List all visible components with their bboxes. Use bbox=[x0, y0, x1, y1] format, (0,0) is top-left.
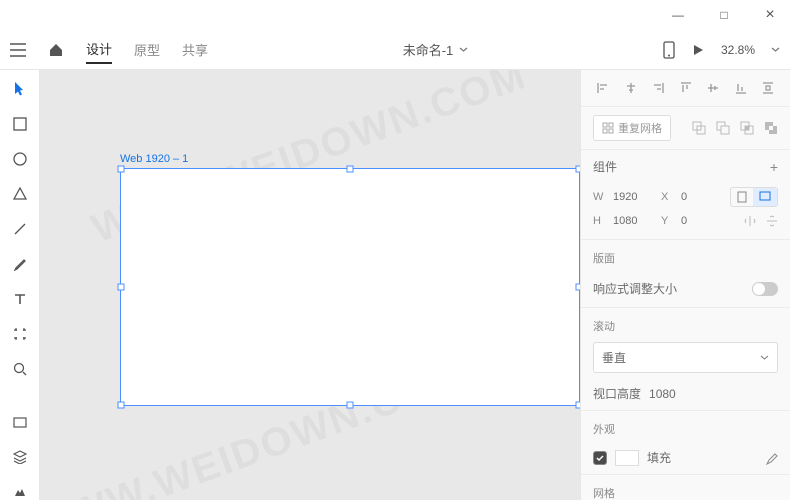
rectangle-tool[interactable] bbox=[9, 115, 31, 132]
ellipse-tool[interactable] bbox=[9, 150, 31, 167]
home-icon[interactable] bbox=[48, 42, 64, 58]
responsive-resize-label: 响应式调整大小 bbox=[593, 280, 677, 297]
align-top-icon[interactable] bbox=[678, 80, 694, 96]
tool-panel bbox=[0, 70, 40, 500]
align-center-h-icon[interactable] bbox=[623, 80, 639, 96]
resize-handle[interactable] bbox=[118, 284, 125, 291]
distribute-icon[interactable] bbox=[760, 80, 776, 96]
width-label: W bbox=[593, 191, 607, 203]
x-input[interactable]: 0 bbox=[681, 191, 723, 203]
chevron-down-icon[interactable] bbox=[771, 47, 780, 53]
add-component-button[interactable]: + bbox=[770, 159, 778, 175]
tab-share[interactable]: 共享 bbox=[182, 36, 208, 63]
resize-handle[interactable] bbox=[576, 166, 581, 173]
tab-design[interactable]: 设计 bbox=[86, 35, 112, 64]
window-titlebar: — □ × bbox=[0, 0, 790, 30]
menu-icon[interactable] bbox=[10, 43, 26, 57]
resize-handle[interactable] bbox=[347, 166, 354, 173]
assets-icon[interactable] bbox=[9, 413, 31, 430]
zoom-tool[interactable] bbox=[9, 360, 31, 377]
eyedropper-icon[interactable] bbox=[764, 451, 778, 465]
landscape-button[interactable] bbox=[753, 188, 777, 206]
resize-handle[interactable] bbox=[576, 402, 581, 409]
zoom-level[interactable]: 32.8% bbox=[721, 43, 755, 57]
scroll-section-title: 滚动 bbox=[581, 308, 790, 338]
line-tool[interactable] bbox=[9, 220, 31, 237]
window-minimize-button[interactable]: — bbox=[664, 5, 692, 25]
top-toolbar: 设计 原型 共享 未命名-1 32.8% bbox=[0, 30, 790, 70]
document-title[interactable]: 未命名-1 bbox=[403, 40, 454, 59]
height-label: H bbox=[593, 215, 607, 227]
align-right-icon[interactable] bbox=[650, 80, 666, 96]
components-title: 组件 bbox=[593, 158, 617, 175]
chevron-down-icon[interactable] bbox=[459, 47, 468, 53]
device-preview-icon[interactable] bbox=[663, 41, 675, 59]
play-icon[interactable] bbox=[691, 43, 705, 57]
scroll-select[interactable]: 垂直 bbox=[593, 342, 778, 373]
layers-icon[interactable] bbox=[9, 448, 31, 465]
resize-handle[interactable] bbox=[576, 284, 581, 291]
align-bottom-icon[interactable] bbox=[733, 80, 749, 96]
polygon-tool[interactable] bbox=[9, 185, 31, 202]
repeat-grid-button[interactable]: 重复网格 bbox=[593, 115, 671, 141]
boolean-subtract-icon[interactable] bbox=[716, 121, 730, 135]
fill-label: 填充 bbox=[647, 449, 671, 466]
pen-tool[interactable] bbox=[9, 255, 31, 272]
flip-h-icon[interactable] bbox=[744, 215, 756, 227]
text-tool[interactable] bbox=[9, 290, 31, 307]
flip-v-icon[interactable] bbox=[766, 215, 778, 227]
window-maximize-button[interactable]: □ bbox=[710, 5, 738, 25]
appearance-section-title: 外观 bbox=[581, 411, 790, 441]
resize-handle[interactable] bbox=[347, 402, 354, 409]
viewport-height-input[interactable]: 1080 bbox=[649, 387, 676, 401]
layout-section-title: 版面 bbox=[581, 240, 790, 270]
x-label: X bbox=[661, 191, 675, 203]
inspector-panel: 重复网格 组件 + W 1920 X 0 H 1080 bbox=[580, 70, 790, 500]
resize-handle[interactable] bbox=[118, 166, 125, 173]
resize-handle[interactable] bbox=[118, 402, 125, 409]
artboard-tool[interactable] bbox=[9, 325, 31, 342]
viewport-height-label: 视口高度 bbox=[593, 385, 641, 402]
plugins-icon[interactable] bbox=[9, 483, 31, 500]
window-close-button[interactable]: × bbox=[756, 5, 784, 25]
align-middle-icon[interactable] bbox=[705, 80, 721, 96]
boolean-exclude-icon[interactable] bbox=[764, 121, 778, 135]
tab-prototype[interactable]: 原型 bbox=[134, 36, 160, 63]
align-left-icon[interactable] bbox=[595, 80, 611, 96]
select-tool[interactable] bbox=[9, 80, 31, 97]
boolean-add-icon[interactable] bbox=[692, 121, 706, 135]
responsive-toggle[interactable] bbox=[752, 282, 778, 296]
artboard[interactable] bbox=[120, 168, 580, 406]
portrait-button[interactable] bbox=[731, 188, 753, 206]
fill-color-swatch[interactable] bbox=[615, 450, 639, 466]
fill-checkbox[interactable] bbox=[593, 451, 607, 465]
boolean-intersect-icon[interactable] bbox=[740, 121, 754, 135]
canvas[interactable]: WWW.WEIDOWN.COM WWW.WEIDOWN.COM WWW.WEID… bbox=[40, 70, 580, 500]
grid-section-title: 网格 bbox=[581, 475, 790, 500]
height-input[interactable]: 1080 bbox=[613, 215, 655, 227]
width-input[interactable]: 1920 bbox=[613, 191, 655, 203]
y-label: Y bbox=[661, 215, 675, 227]
y-input[interactable]: 0 bbox=[681, 215, 723, 227]
artboard-label[interactable]: Web 1920 – 1 bbox=[120, 153, 188, 165]
